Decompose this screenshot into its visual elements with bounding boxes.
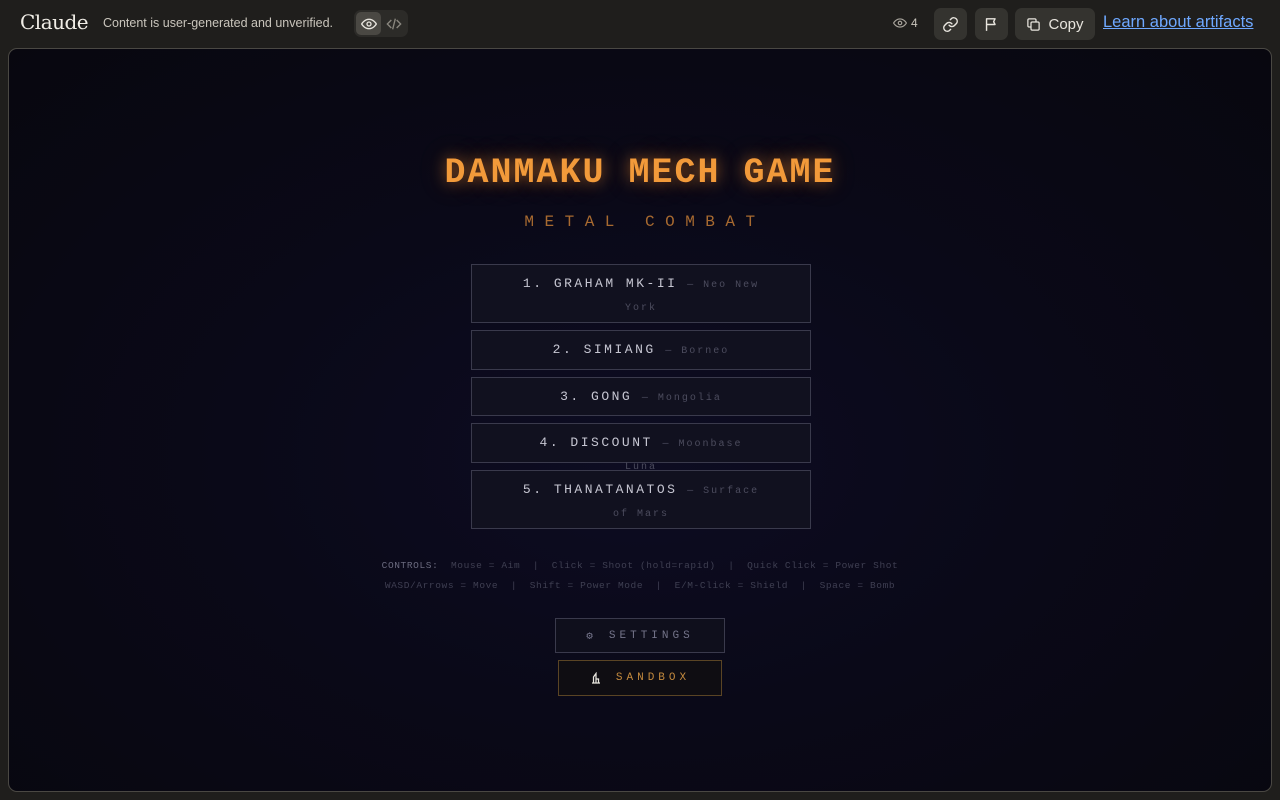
artifact-frame: DANMAKU MECH GAME METAL COMBAT 1. GRAHAM… (8, 48, 1272, 792)
copy-label: Copy (1048, 15, 1084, 33)
mech-button-gong[interactable]: 3. GONG — Mongolia (471, 377, 811, 416)
controls-text-1: Mouse = Aim | Click = Shoot (hold=rapid)… (438, 560, 899, 571)
code-icon (385, 18, 402, 29)
mech-name: 4. DISCOUNT (539, 435, 653, 450)
share-link-button[interactable] (934, 8, 967, 40)
content-notice: Content is user-generated and unverified… (103, 16, 334, 30)
mech-name: 5. THANATANATOS (522, 482, 678, 497)
sandbox-button[interactable]: SANDBOX (558, 660, 722, 696)
copy-button[interactable]: Copy (1015, 8, 1095, 40)
controls-text-2: WASD/Arrows = Move | Shift = Power Mode … (384, 580, 896, 591)
link-icon (943, 16, 958, 32)
mech-button-graham[interactable]: 1. GRAHAM MK-II — Neo New York (471, 264, 811, 323)
settings-label: SETTINGS (608, 629, 694, 642)
code-toggle-button[interactable] (381, 12, 406, 35)
mech-name: 1. GRAHAM MK-II (522, 276, 678, 291)
view-count-value: 4 (911, 16, 918, 30)
sandbox-icon (591, 672, 600, 684)
claude-logo[interactable]: Claude (20, 10, 89, 34)
view-toggle (354, 10, 408, 37)
mech-button-simiang[interactable]: 2. SIMIANG — Borneo (471, 330, 811, 370)
sandbox-label: SANDBOX (615, 672, 691, 684)
mech-button-thanatanatos[interactable]: 5. THANATANATOS — Surface of Mars (471, 470, 811, 529)
copy-icon (1027, 17, 1041, 31)
controls-help-line-1: CONTROLS: Mouse = Aim | Click = Shoot (h… (9, 560, 1271, 571)
flag-icon (985, 17, 996, 31)
report-button[interactable] (975, 8, 1008, 40)
mech-location: — Borneo (665, 346, 730, 357)
mech-button-discount[interactable]: 4. DISCOUNT — Moonbase Luna (471, 423, 811, 473)
learn-about-artifacts-link[interactable]: Learn about artifacts (1103, 13, 1253, 32)
controls-label: CONTROLS: (381, 560, 439, 571)
preview-toggle-button[interactable] (356, 12, 381, 35)
mech-name: 2. SIMIANG (552, 342, 656, 357)
eye-icon (360, 18, 377, 29)
mech-location: — Mongolia (641, 393, 722, 404)
top-bar: Claude Content is user-generated and unv… (0, 0, 1280, 48)
mech-name: 3. GONG (560, 389, 633, 404)
gear-icon: ⚙ (586, 630, 597, 643)
controls-help-line-2: WASD/Arrows = Move | Shift = Power Mode … (9, 580, 1271, 591)
game-title: DANMAKU MECH GAME (444, 153, 836, 193)
eye-icon (893, 18, 907, 28)
view-count: 4 (893, 16, 918, 30)
game-subtitle: METAL COMBAT (524, 213, 766, 231)
settings-button[interactable]: ⚙ SETTINGS (555, 618, 725, 653)
